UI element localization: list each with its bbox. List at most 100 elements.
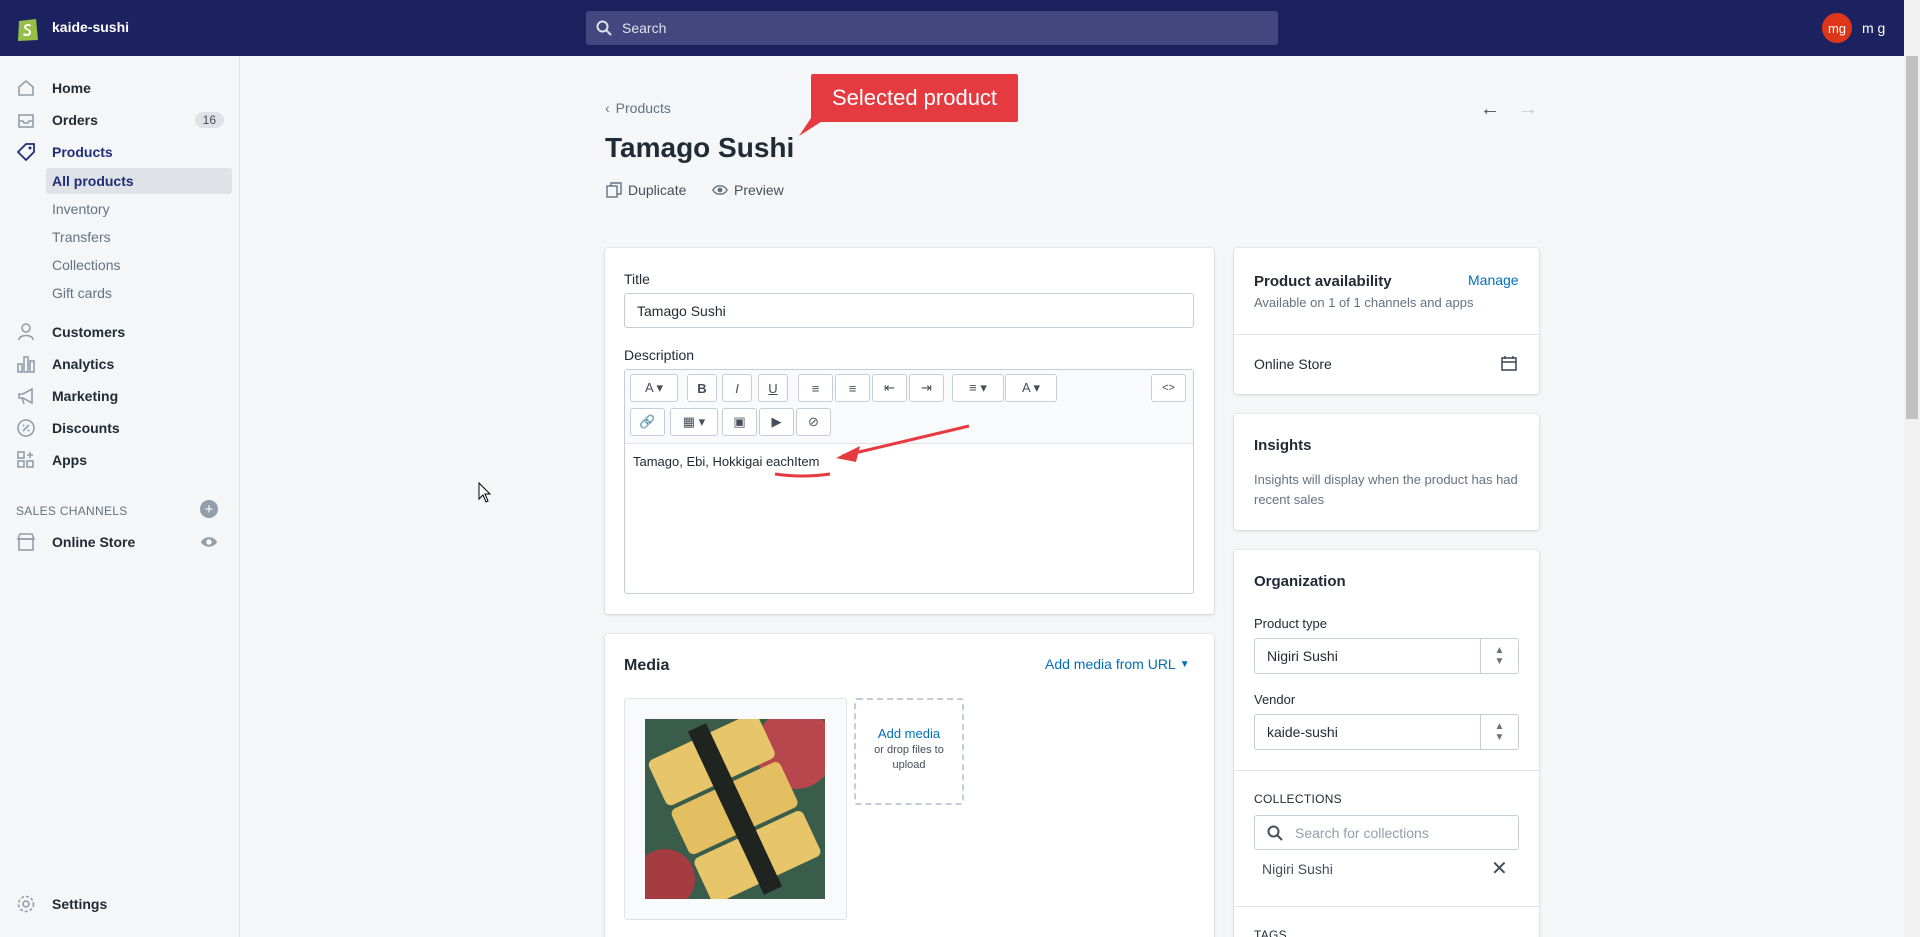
add-media-dropzone[interactable]: Add media or drop files to upload [854,698,964,805]
outdent-icon: ⇤ [884,380,895,395]
sidebar-item-discounts[interactable]: Discounts [0,412,240,444]
product-type-value: Nigiri Sushi [1267,648,1338,664]
add-media-label[interactable]: Add media [856,726,962,741]
product-type-select[interactable]: Nigiri Sushi ▲ ▼ [1254,638,1519,674]
previous-product-arrow-icon[interactable]: ← [1480,98,1500,121]
sidebar-item-online-store[interactable]: Online Store [0,526,240,558]
duplicate-button[interactable]: Duplicate [606,182,686,198]
rich-text-editor[interactable]: A ▾ B I U ≡ ≡ ⇤ ⇥ ≡ ▾ A ▾ <> 🔗 ▦ ▾ ▣ ▶ ⊘… [624,369,1194,594]
shopify-bag-icon[interactable] [16,14,40,42]
numbered-list-button[interactable]: ≡ [835,374,870,402]
product-image [645,719,825,899]
calendar-icon[interactable] [1501,355,1517,371]
html-toggle-button[interactable]: <> [1151,374,1186,402]
manage-link[interactable]: Manage [1468,272,1519,288]
insert-image-button[interactable]: ▣ [722,408,757,436]
font-icon: A ▾ [644,380,664,395]
orders-count-badge: 16 [194,112,224,128]
eye-icon[interactable] [200,533,218,551]
insert-table-dropdown[interactable]: ▦ ▾ [670,408,718,436]
outdent-button[interactable]: ⇤ [872,374,907,402]
global-search[interactable]: Search [586,11,1278,45]
insert-link-button[interactable]: 🔗 [630,408,665,436]
italic-button[interactable]: I [722,374,752,402]
divider [1234,770,1539,771]
collections-label: COLLECTIONS [1254,792,1342,806]
divider [1234,334,1539,335]
font-format-dropdown[interactable]: A ▾ [630,374,678,402]
product-type-label: Product type [1254,616,1327,631]
bullet-list-button[interactable]: ≡ [798,374,833,402]
align-dropdown[interactable]: ≡ ▾ [952,374,1004,402]
sidebar-subitem-inventory[interactable]: Inventory [46,196,232,222]
add-media-from-url-link[interactable]: Add media from URL ▼ [1045,656,1190,672]
sidebar-item-label: Analytics [52,356,115,372]
italic-icon: I [735,380,739,396]
user-name[interactable]: m g [1862,20,1885,36]
chevron-left-icon: ‹ [605,100,610,116]
annotation-arrow [774,424,970,478]
bold-icon: B [697,380,707,396]
next-product-arrow-icon[interactable]: → [1518,98,1538,121]
mouse-cursor-icon [478,482,492,503]
bar-chart-icon [17,356,35,373]
collection-tag-label: Nigiri Sushi [1262,861,1333,877]
annotation-callout: Selected product [811,74,1018,122]
preview-button[interactable]: Preview [712,182,784,198]
sidebar-item-orders[interactable]: Orders 16 [0,104,240,136]
insights-text: Insights will display when the product h… [1254,472,1518,507]
insights-heading: Insights [1254,437,1312,454]
apps-icon [17,451,34,468]
description-label: Description [624,347,695,363]
eye-icon [712,185,728,195]
text-color-dropdown[interactable]: A ▾ [1005,374,1057,402]
sidebar-item-customers[interactable]: Customers [0,316,240,348]
sidebar-item-analytics[interactable]: Analytics [0,348,240,380]
media-heading: Media [624,657,670,674]
sidebar-subitem-collections[interactable]: Collections [46,252,232,278]
vendor-select[interactable]: kaide-sushi ▲ ▼ [1254,714,1519,750]
sidebar: Home Orders 16 Products All products Inv… [0,56,240,937]
add-channel-icon[interactable]: + [200,500,218,518]
indent-icon: ⇥ [921,380,932,395]
sidebar-item-label: Apps [52,452,87,468]
vendor-value: kaide-sushi [1267,724,1338,740]
product-media-thumbnail[interactable] [624,698,847,920]
bold-button[interactable]: B [687,374,717,402]
search-placeholder: Search [622,20,667,36]
sidebar-item-products[interactable]: Products [0,136,240,168]
sidebar-subitem-all-products[interactable]: All products [46,168,232,194]
underline-button[interactable]: U [758,374,788,402]
store-icon [16,533,36,551]
search-icon [596,20,612,36]
collections-search-input[interactable]: Search for collections [1254,815,1519,850]
megaphone-icon [18,387,33,405]
align-icon: ≡ ▾ [969,380,987,395]
back-to-products-link[interactable]: ‹ Products [605,100,671,116]
collections-placeholder: Search for collections [1295,824,1429,841]
scrollbar-thumb[interactable] [1906,56,1918,419]
page-title: Tamago Sushi [605,132,795,163]
sidebar-subitem-gift-cards[interactable]: Gift cards [46,280,232,306]
sidebar-item-marketing[interactable]: Marketing [0,380,240,412]
drop-files-hint: or drop files to upload [874,744,944,771]
shop-name[interactable]: kaide-sushi [52,19,129,35]
top-bar: kaide-sushi Search mg m g [0,0,1920,56]
sidebar-item-label: Marketing [52,388,119,404]
avatar[interactable]: mg [1822,13,1852,43]
title-input[interactable]: Tamago Sushi [624,293,1194,328]
indent-button[interactable]: ⇥ [909,374,944,402]
callout-pointer [799,118,827,136]
person-icon [18,323,34,341]
sidebar-subitem-transfers[interactable]: Transfers [46,224,232,250]
select-arrows-icon: ▲ ▼ [1480,639,1518,673]
numbered-list-icon: ≡ [848,380,857,396]
sidebar-item-apps[interactable]: Apps [0,444,240,476]
link-icon: 🔗 [639,414,656,429]
preview-label: Preview [734,182,784,198]
remove-collection-close-icon[interactable]: ✕ [1491,856,1508,881]
discount-icon [17,419,35,437]
sidebar-item-settings[interactable]: Settings [0,888,240,920]
sidebar-item-home[interactable]: Home [0,72,240,104]
duplicate-label: Duplicate [628,182,687,198]
